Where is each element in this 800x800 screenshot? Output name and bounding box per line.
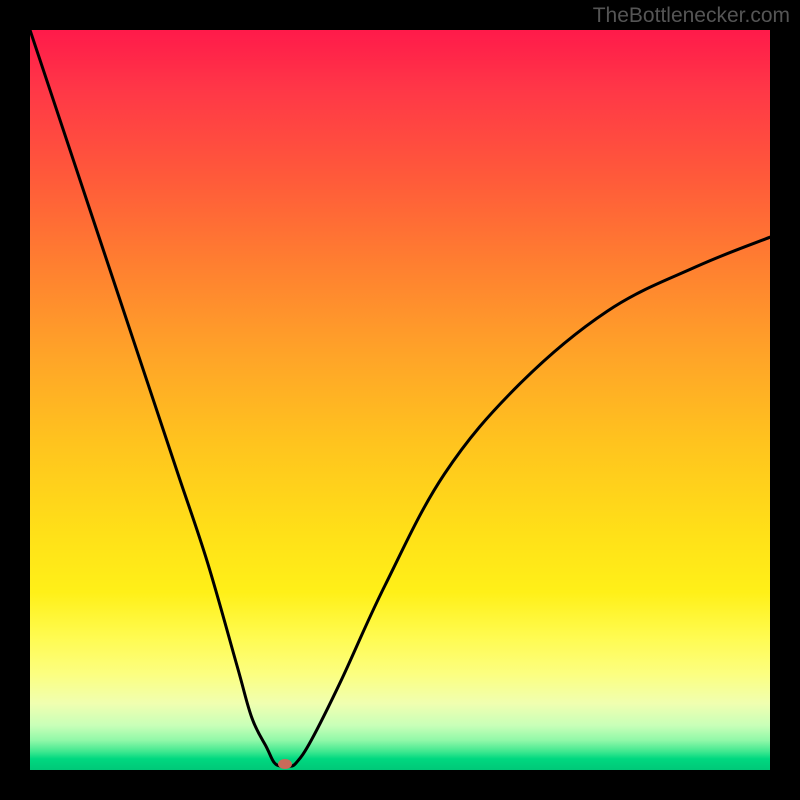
watermark-text: TheBottlenecker.com (593, 4, 790, 28)
curve-layer (30, 30, 770, 770)
optimal-point-marker (278, 759, 292, 769)
chart-plot-area (30, 30, 770, 770)
bottleneck-curve (30, 30, 770, 767)
